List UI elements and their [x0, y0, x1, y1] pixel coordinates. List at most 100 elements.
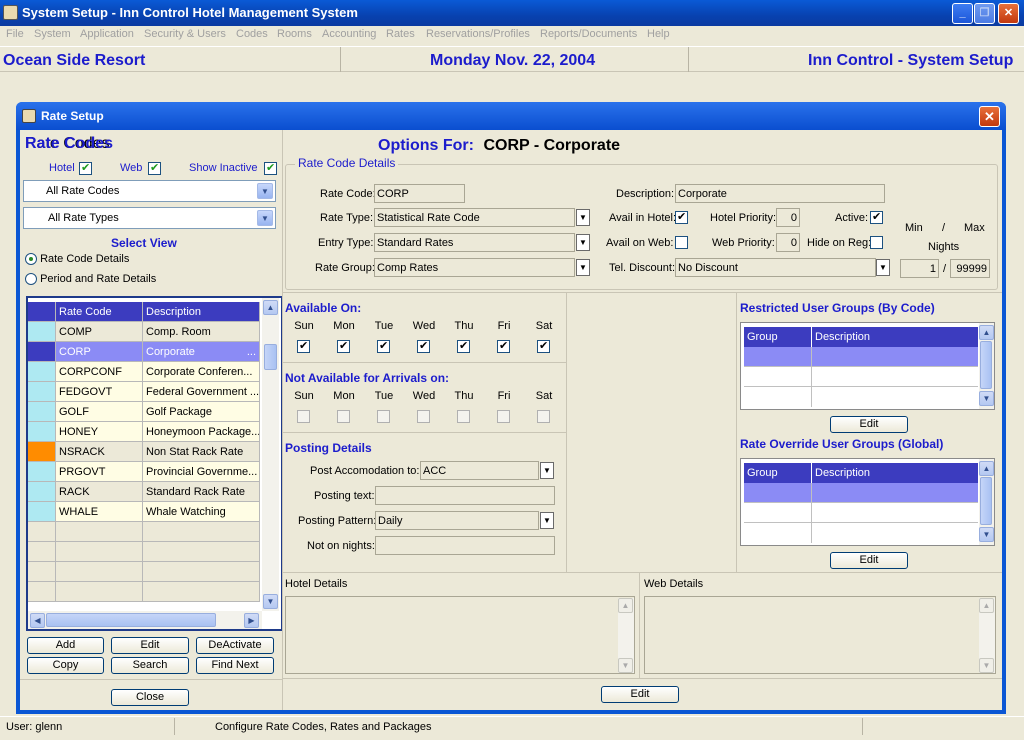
table-row[interactable] [28, 522, 260, 542]
table-row[interactable] [744, 367, 978, 387]
scroll-down-icon[interactable]: ▼ [263, 594, 278, 609]
available-day-checkbox[interactable] [457, 339, 470, 353]
table-row[interactable]: NSRACK Non Stat Rack Rate [28, 442, 260, 462]
chevron-down-icon[interactable]: ▼ [576, 209, 590, 226]
min-nights-field[interactable]: 1 [900, 259, 939, 278]
hide-on-reg-checkbox[interactable] [870, 236, 883, 249]
available-day-checkbox[interactable] [497, 339, 510, 353]
dialog-close-button[interactable]: ✕ [979, 106, 1000, 127]
table-row[interactable] [744, 483, 978, 503]
rate-group-select[interactable]: Comp Rates [374, 258, 575, 277]
cell-ellipsis[interactable]: ... [247, 346, 256, 358]
not-available-day-checkbox[interactable] [497, 410, 510, 423]
web-checkbox[interactable] [148, 161, 161, 175]
hotel-priority-field[interactable]: 0 [776, 208, 800, 227]
menu-codes[interactable]: Codes [236, 28, 268, 40]
column-header-group[interactable]: Group [744, 327, 812, 347]
menu-reports-documents[interactable]: Reports/Documents [540, 28, 637, 40]
scroll-up-icon[interactable]: ▲ [979, 461, 994, 476]
radio-icon[interactable] [25, 253, 37, 266]
menu-accounting[interactable]: Accounting [322, 28, 376, 40]
override-edit-button[interactable]: Edit [830, 552, 908, 569]
details-edit-button[interactable]: Edit [601, 686, 679, 703]
copy-button[interactable]: Copy [27, 657, 104, 674]
not-available-day-checkbox[interactable] [297, 410, 310, 423]
table-horizontal-scrollbar[interactable]: ◀ ▶ [28, 611, 262, 629]
scroll-down-icon[interactable]: ▼ [979, 527, 994, 542]
table-row[interactable]: HONEY Honeymoon Package... [28, 422, 260, 442]
table-row[interactable]: GOLF Golf Package [28, 402, 260, 422]
entry-type-select[interactable]: Standard Rates [374, 233, 575, 252]
scroll-left-icon[interactable]: ◀ [30, 613, 45, 628]
scroll-up-icon[interactable]: ▲ [263, 300, 278, 315]
chevron-down-icon[interactable]: ▼ [576, 259, 590, 276]
column-header-description[interactable]: Description [812, 327, 978, 347]
table-row[interactable] [28, 542, 260, 562]
table-row[interactable] [744, 523, 978, 543]
not-available-day-checkbox[interactable] [337, 410, 350, 423]
menu-file[interactable]: File [6, 28, 24, 40]
web-priority-field[interactable]: 0 [776, 233, 800, 252]
hotel-details-textarea[interactable]: ▲ ▼ [285, 596, 635, 674]
table-row[interactable] [744, 387, 978, 407]
menu-reservations-profiles[interactable]: Reservations/Profiles [426, 28, 530, 40]
override-scrollbar[interactable]: ▲ ▼ [979, 459, 994, 545]
available-day-checkbox[interactable] [297, 339, 310, 353]
tel-discount-select[interactable]: No Discount [675, 258, 876, 277]
scroll-down-icon[interactable]: ▼ [979, 391, 994, 406]
radio-rate-code-details[interactable]: Rate Code Details [25, 253, 129, 266]
menu-security-users[interactable]: Security & Users [144, 28, 226, 40]
available-day-checkbox[interactable] [537, 339, 550, 353]
table-vertical-scrollbar[interactable]: ▲ ▼ [262, 298, 279, 611]
table-row[interactable]: RACK Standard Rack Rate [28, 482, 260, 502]
web-details-textarea[interactable]: ▲ ▼ [644, 596, 996, 674]
available-day-checkbox[interactable] [337, 339, 350, 353]
scroll-down-icon[interactable]: ▼ [618, 658, 633, 673]
not-available-day-checkbox[interactable] [377, 410, 390, 423]
search-button[interactable]: Search [111, 657, 189, 674]
column-header-description[interactable]: Description [812, 463, 978, 483]
deactivate-button[interactable]: DeActivate [196, 637, 274, 654]
avail-web-checkbox[interactable] [675, 236, 688, 249]
maximize-button[interactable]: ❐ [974, 3, 995, 24]
column-header-group[interactable]: Group [744, 463, 812, 483]
close-button[interactable]: Close [111, 689, 189, 706]
scroll-down-icon[interactable]: ▼ [979, 658, 994, 673]
not-available-day-checkbox[interactable] [417, 410, 430, 423]
posting-pattern-select[interactable]: Daily [375, 511, 539, 530]
max-nights-field[interactable]: 99999 [950, 259, 990, 278]
active-checkbox[interactable] [870, 210, 883, 224]
scroll-up-icon[interactable]: ▲ [618, 598, 633, 613]
table-row[interactable]: CORPCONF Corporate Conferen... [28, 362, 260, 382]
available-day-checkbox[interactable] [377, 339, 390, 353]
add-button[interactable]: Add [27, 637, 104, 654]
scroll-thumb[interactable] [264, 344, 277, 370]
table-row[interactable]: CORP Corporate... [28, 342, 260, 362]
find-next-button[interactable]: Find Next [196, 657, 274, 674]
table-row[interactable]: WHALE Whale Watching [28, 502, 260, 522]
post-to-select[interactable]: ACC [420, 461, 539, 480]
not-available-day-checkbox[interactable] [457, 410, 470, 423]
table-row[interactable]: FEDGOVT Federal Government ... [28, 382, 260, 402]
chevron-down-icon[interactable]: ▼ [540, 512, 554, 529]
posting-text-field[interactable] [375, 486, 555, 505]
restricted-scrollbar[interactable]: ▲ ▼ [979, 323, 994, 409]
scroll-right-icon[interactable]: ▶ [244, 613, 259, 628]
edit-rate-code-button[interactable]: Edit [111, 637, 189, 654]
menu-application[interactable]: Application [80, 28, 134, 40]
table-row[interactable]: COMP Comp. Room [28, 322, 260, 342]
menu-system[interactable]: System [34, 28, 71, 40]
table-row[interactable]: PRGOVT Provincial Governme... [28, 462, 260, 482]
chevron-down-icon[interactable]: ▼ [540, 462, 554, 479]
close-window-button[interactable]: ✕ [998, 3, 1019, 24]
scroll-up-icon[interactable]: ▲ [979, 598, 994, 613]
scroll-thumb[interactable] [980, 341, 992, 389]
rate-type-select[interactable]: Statistical Rate Code [374, 208, 575, 227]
h-scroll-thumb[interactable] [46, 613, 216, 627]
scroll-thumb[interactable] [980, 477, 992, 525]
rate-type-filter-select[interactable]: All Rate Types ▼ [23, 207, 276, 229]
rate-code-field[interactable]: CORP [374, 184, 465, 203]
show-inactive-checkbox[interactable] [264, 161, 277, 175]
table-row[interactable] [28, 562, 260, 582]
available-day-checkbox[interactable] [417, 339, 430, 353]
